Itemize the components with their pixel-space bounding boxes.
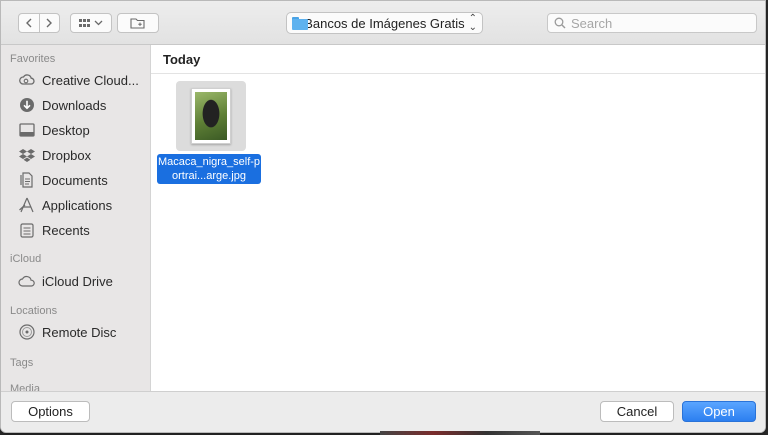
sidebar-item-downloads[interactable]: Downloads	[18, 94, 106, 116]
file-browser: Today Macaca_nigra_self-portrai...arge.j…	[151, 45, 765, 392]
monkey-photo	[195, 92, 227, 140]
chevron-down-icon	[94, 20, 103, 26]
group-header: Today	[151, 45, 765, 74]
sidebar-item-label: Desktop	[42, 122, 90, 138]
search-input[interactable]	[571, 15, 741, 31]
toolbar: Bancos de Imágenes Gratis ⌃ ⌄	[1, 1, 765, 45]
chevron-left-icon	[25, 18, 32, 28]
sidebar-item-label: Remote Disc	[42, 324, 117, 340]
sidebar-item-label: Recents	[42, 222, 90, 238]
new-folder-button[interactable]	[117, 13, 159, 33]
sidebar-item-label: iCloud Drive	[42, 273, 113, 289]
nav-button-group	[18, 13, 60, 33]
icon-grid-icon	[79, 18, 90, 27]
section-tags: Tags	[10, 357, 34, 369]
chevron-right-icon	[46, 18, 53, 28]
search-field[interactable]	[547, 13, 757, 33]
applications-icon	[18, 196, 36, 214]
sidebar-item-label: Applications	[42, 197, 113, 213]
file-thumbnail-selection	[176, 81, 246, 151]
up-down-chevron-icon: ⌃ ⌄	[468, 13, 477, 33]
desktop-background-strip	[380, 431, 540, 435]
sidebar-item-label: Dropbox	[42, 147, 92, 163]
sidebar-item-recents[interactable]: Recents	[18, 219, 90, 241]
section-favorites: Favorites	[10, 53, 56, 65]
downloads-icon	[18, 96, 36, 114]
disc-icon	[18, 323, 36, 341]
open-file-dialog: Bancos de Imágenes Gratis ⌃⌄ Favorites C…	[0, 0, 766, 433]
back-button[interactable]	[19, 14, 39, 32]
options-button[interactable]: Options	[11, 401, 90, 422]
section-icloud: iCloud	[10, 253, 42, 265]
recents-icon	[18, 221, 36, 239]
location-label: Bancos de Imágenes Gratis	[304, 15, 465, 31]
folder-icon	[292, 16, 309, 30]
view-options-button[interactable]	[70, 13, 112, 33]
sidebar-item-documents[interactable]: Documents	[18, 169, 108, 191]
desktop-icon	[18, 121, 36, 139]
sidebar-item-desktop[interactable]: Desktop	[18, 119, 90, 141]
dropbox-icon	[18, 146, 36, 164]
footer: Options Cancel Open	[1, 391, 765, 432]
new-folder-icon	[130, 18, 145, 29]
sidebar-item-dropbox[interactable]: Dropbox	[18, 144, 91, 166]
cloud-icon	[18, 272, 36, 290]
cancel-button[interactable]: Cancel	[600, 401, 674, 422]
image-thumbnail	[191, 88, 231, 144]
search-icon	[554, 17, 566, 29]
section-locations: Locations	[10, 305, 58, 317]
sidebar: Favorites Creative Cloud... Downloads De…	[1, 45, 151, 392]
sidebar-item-label: Documents	[42, 172, 108, 188]
open-button[interactable]: Open	[682, 401, 756, 422]
sidebar-item-icloud-drive[interactable]: iCloud Drive	[18, 270, 113, 292]
creative-cloud-icon	[18, 71, 36, 89]
sidebar-item-creative-cloud[interactable]: Creative Cloud...	[18, 69, 139, 91]
sidebar-item-applications[interactable]: Applications	[18, 194, 112, 216]
sidebar-item-label: Downloads	[42, 97, 107, 113]
location-popup[interactable]: Bancos de Imágenes Gratis ⌃ ⌄	[286, 12, 483, 34]
sidebar-item-remote-disc[interactable]: Remote Disc	[18, 321, 116, 343]
sidebar-item-label: Creative Cloud...	[42, 72, 139, 88]
documents-icon	[18, 171, 36, 189]
forward-button[interactable]	[39, 14, 59, 32]
file-name: Macaca_nigra_self-portrai...arge.jpg	[157, 154, 261, 184]
